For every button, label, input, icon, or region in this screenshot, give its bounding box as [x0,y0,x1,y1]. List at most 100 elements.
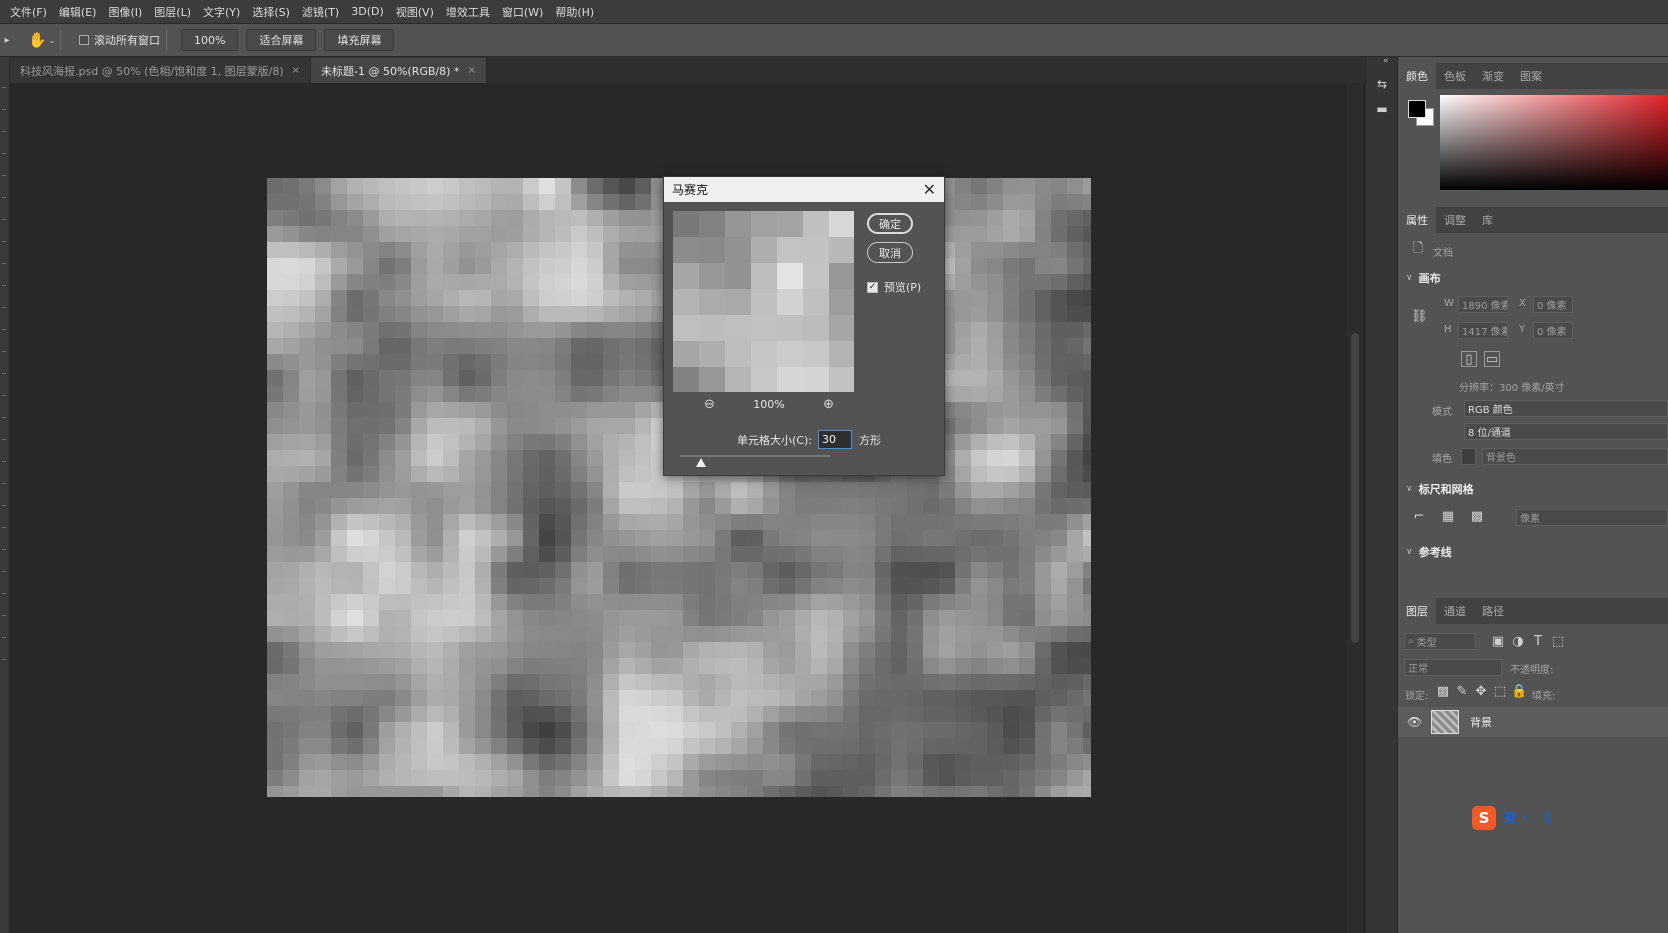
mosaic-cell [699,786,716,797]
landscape-icon[interactable]: ▭ [1484,351,1500,367]
mosaic-cell [475,450,492,467]
microphone-icon[interactable]: 🎙 [1540,811,1555,825]
pixel-grid-icon[interactable]: ▩ [1469,509,1485,525]
layer-row-background[interactable]: 👁 背景 [1398,707,1668,737]
menu-item[interactable]: 3D(D) [345,5,390,18]
fill-screen-button[interactable]: 填充屏幕 [324,29,395,51]
tab-libraries[interactable]: 库 [1474,207,1501,233]
mosaic-cell [571,786,588,797]
guides-section-title[interactable]: ∨ 参考线 [1406,544,1452,560]
image-filter-icon[interactable]: ▣ [1490,634,1506,650]
canvas-section-title[interactable]: ∨ 画布 [1406,270,1441,286]
menu-item[interactable]: 选择(S) [246,4,296,20]
menu-item[interactable]: 帮助(H) [549,4,600,20]
blend-mode-select[interactable]: 正常 [1404,659,1502,676]
tab-untitled-1[interactable]: 未标题-1 @ 50%(RGB/8) * × [311,58,487,83]
ime-punctuation[interactable]: •, [1522,811,1532,824]
mosaic-cell [1019,354,1036,371]
mosaic-cell [379,242,396,259]
comment-icon[interactable]: ▬ [1375,102,1389,116]
fg-bg-swatches[interactable] [1408,100,1438,130]
mosaic-cell [315,738,332,755]
menu-item[interactable]: 窗口(W) [496,4,549,20]
x-field[interactable]: 0 像素 [1533,296,1573,313]
mosaic-cell [555,786,572,797]
fill-select[interactable]: 背景色 [1482,448,1668,465]
cell-size-input[interactable]: 30 [817,430,852,449]
ime-indicator[interactable]: S 英 •, 🎙 [1472,805,1555,830]
height-field[interactable]: 1417 像素 [1458,322,1508,339]
adjustment-filter-icon[interactable]: ◑ [1510,634,1526,650]
fill-color-swatch[interactable] [1461,448,1476,465]
chevron-down-icon[interactable]: ⌄ [49,36,56,45]
portrait-icon[interactable]: ▯ [1461,351,1477,367]
preview-checkbox-row[interactable]: ✓ 预览(P) [867,279,921,295]
lock-pixels-icon[interactable]: ▩ [1435,684,1451,700]
history-icon[interactable]: ⇆ [1375,77,1389,91]
color-picker-field[interactable] [1440,95,1668,190]
tab-channels[interactable]: 通道 [1436,598,1474,624]
filter-preview[interactable] [673,211,854,392]
scrollbar-thumb[interactable] [1351,333,1359,643]
mosaic-cell [1067,402,1084,419]
close-icon[interactable]: × [292,65,300,76]
menu-item[interactable]: 滤镜(T) [296,4,345,20]
cancel-button[interactable]: 取消 [867,242,913,263]
lock-all-icon[interactable]: 🔒 [1511,684,1527,700]
menu-item[interactable]: 文件(F) [4,4,53,20]
vertical-scrollbar[interactable] [1347,83,1363,933]
close-icon[interactable]: × [467,65,475,76]
foreground-swatch[interactable] [1408,100,1426,118]
zoom-out-icon[interactable]: ⊖ [704,397,715,412]
lock-artboard-icon[interactable]: ⬚ [1492,684,1508,700]
link-icon[interactable]: ⛓ [1411,309,1428,325]
tab-swatches[interactable]: 色板 [1436,63,1474,89]
tab-poster-psd[interactable]: 科技风海报.psd @ 50% (色相/饱和度 1, 图层蒙版/8) × [10,58,312,83]
ruler-icon[interactable]: ⌐ [1411,509,1427,525]
ruler-units-select[interactable]: 像素 [1516,509,1668,526]
width-field[interactable]: 1890 像素 [1458,296,1508,313]
close-icon[interactable]: ✕ [923,180,936,199]
layer-filter-input[interactable]: ⌕ 类型 [1404,633,1476,650]
zoom-100-button[interactable]: 100% [181,29,239,51]
fit-screen-button[interactable]: 适合屏幕 [246,29,317,51]
mosaic-cell [795,658,812,675]
lock-paint-icon[interactable]: ✎ [1454,684,1470,700]
menu-item[interactable]: 图层(L) [148,4,197,20]
tab-color[interactable]: 颜色 [1398,63,1436,89]
mosaic-cell [347,338,364,355]
mosaic-cell [411,722,428,739]
hand-tool-icon[interactable]: ✋ ⌄ [28,31,56,49]
menu-item[interactable]: 增效工具 [440,4,496,20]
bit-depth-select[interactable]: 8 位/通道 [1464,423,1668,440]
tab-properties[interactable]: 属性 [1398,207,1436,233]
menu-item[interactable]: 视图(V) [390,4,440,20]
ok-button[interactable]: 确定 [867,213,913,234]
tool-preset-arrow-icon[interactable]: ▸ [0,24,14,57]
sogou-logo-icon[interactable]: S [1472,805,1496,830]
y-field[interactable]: 0 像素 [1533,322,1573,339]
tab-gradients[interactable]: 渐变 [1474,63,1512,89]
cell-size-slider-track[interactable] [680,455,830,457]
menu-item[interactable]: 文字(Y) [197,4,246,20]
scroll-all-windows-checkbox[interactable] [79,35,89,45]
menu-item[interactable]: 编辑(E) [53,4,103,20]
grid-icon[interactable]: ▦ [1440,509,1456,525]
tab-patterns[interactable]: 图案 [1512,63,1550,89]
tab-layers[interactable]: 图层 [1398,598,1436,624]
menu-item[interactable]: 图像(I) [102,4,148,20]
cell-size-slider-thumb[interactable] [696,458,706,467]
dialog-titlebar[interactable]: 马赛克 ✕ [664,177,944,202]
type-filter-icon[interactable]: T [1530,634,1546,650]
tab-paths[interactable]: 路径 [1474,598,1512,624]
collapse-panels-icon[interactable]: « [1383,56,1389,66]
mode-select[interactable]: RGB 颜色 [1464,400,1668,417]
eye-icon[interactable]: 👁 [1407,715,1423,729]
rulers-grid-section-title[interactable]: ∨ 标尺和网格 [1406,481,1474,497]
lock-position-icon[interactable]: ✥ [1473,684,1489,700]
ime-mode[interactable]: 英 [1504,809,1516,826]
zoom-in-icon[interactable]: ⊕ [823,397,834,412]
shape-filter-icon[interactable]: ⬚ [1550,634,1566,650]
tab-adjustments[interactable]: 调整 [1436,207,1474,233]
preview-checkbox[interactable]: ✓ [867,281,878,293]
